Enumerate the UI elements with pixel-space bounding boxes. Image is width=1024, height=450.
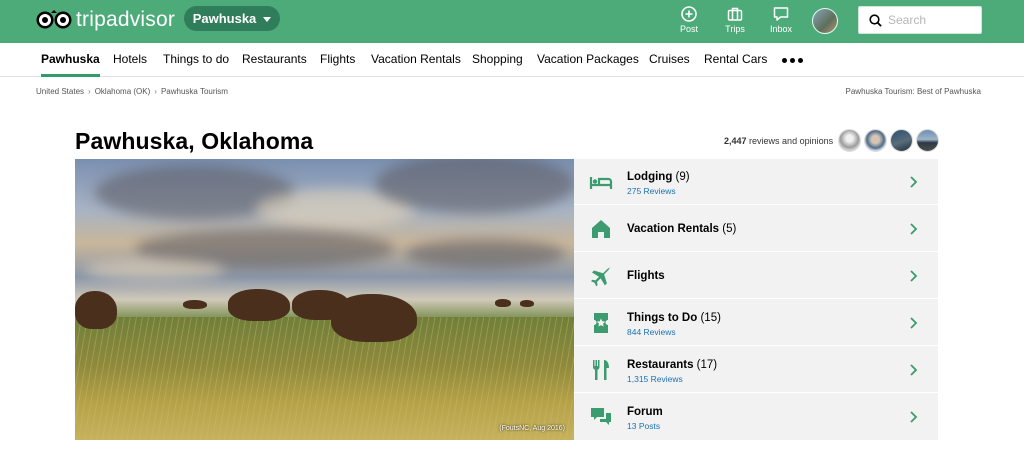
location-label: Pawhuska [192, 11, 257, 26]
category-lodging[interactable]: Lodging (9) 275 Reviews [574, 159, 938, 205]
chevron-right-icon: › [154, 87, 157, 96]
reviews-summary[interactable]: 2,447 reviews and opinions [724, 136, 833, 146]
photo-credit: (FoutsNC, Aug 2016) [499, 425, 565, 432]
top-header: tripadvisor Pawhuska Post Trips Inbox [0, 0, 1024, 43]
house-icon [592, 220, 610, 238]
category-reviews[interactable]: 844 Reviews [627, 327, 676, 337]
location-dropdown[interactable]: Pawhuska [184, 6, 280, 31]
nav-item-flights[interactable]: Flights [320, 43, 355, 77]
bed-icon [589, 177, 613, 189]
inbox-label: Inbox [769, 24, 793, 34]
photo-cloud [85, 259, 225, 281]
photo-bison [495, 299, 511, 307]
category-name: Vacation Rentals (5) [627, 223, 737, 235]
photo-bison [228, 289, 290, 321]
avatar[interactable] [864, 129, 887, 152]
search-input[interactable] [888, 13, 978, 27]
category-vacation-rentals[interactable]: Vacation Rentals (5) [574, 206, 938, 252]
category-name: Forum [627, 406, 663, 418]
chat-icon [773, 7, 789, 21]
chevron-right-icon [910, 176, 918, 188]
avatar[interactable] [916, 129, 939, 152]
nav-item-pawhuska[interactable]: Pawhuska [41, 43, 100, 77]
chevron-right-icon [910, 364, 918, 376]
nav-item-rental-cars[interactable]: Rental Cars [704, 43, 767, 77]
photo-cloud [405, 239, 565, 269]
page-title: Pawhuska, Oklahoma [75, 128, 314, 154]
more-menu-icon[interactable] [782, 58, 803, 63]
nav-item-shopping[interactable]: Shopping [472, 43, 523, 77]
trips-label: Trips [725, 24, 745, 34]
reviewer-avatars [838, 129, 939, 152]
chevron-right-icon [910, 270, 918, 282]
breadcrumb-item[interactable]: Pawhuska Tourism [161, 87, 228, 96]
breadcrumb-item[interactable]: United States [36, 87, 84, 96]
chat-bubbles-icon [591, 408, 611, 425]
chevron-right-icon [910, 411, 918, 423]
category-reviews[interactable]: 1,315 Reviews [627, 374, 683, 384]
user-avatar[interactable] [812, 8, 838, 34]
chevron-right-icon [910, 223, 918, 235]
category-posts[interactable]: 13 Posts [627, 421, 660, 431]
fork-knife-icon [593, 360, 609, 380]
breadcrumb: United States › Oklahoma (OK) › Pawhuska… [36, 87, 228, 96]
nav-item-hotels[interactable]: Hotels [113, 43, 147, 77]
category-restaurants[interactable]: Restaurants (17) 1,315 Reviews [574, 347, 938, 393]
category-forum[interactable]: Forum 13 Posts [574, 394, 938, 440]
photo-bison [75, 291, 117, 329]
breadcrumb-right-link[interactable]: Pawhuska Tourism: Best of Pawhuska [846, 87, 981, 96]
avatar[interactable] [838, 129, 861, 152]
nav-item-things-to-do[interactable]: Things to do [163, 43, 229, 77]
category-list: Lodging (9) 275 Reviews Vacation Rentals… [574, 159, 938, 440]
main-nav: Pawhuska Hotels Things to do Restaurants… [0, 43, 1024, 77]
photo-bison [183, 300, 207, 309]
airplane-icon [591, 267, 611, 287]
hero-photo[interactable]: (FoutsNC, Aug 2016) [75, 159, 574, 440]
category-reviews[interactable]: 275 Reviews [627, 186, 676, 196]
chevron-right-icon [910, 317, 918, 329]
owl-eyes-icon [36, 10, 72, 30]
tripadvisor-logo[interactable]: tripadvisor [36, 8, 175, 32]
breadcrumb-item[interactable]: Oklahoma (OK) [95, 87, 151, 96]
trips-button[interactable]: Trips [715, 6, 755, 36]
photo-bison [331, 294, 417, 342]
chevron-down-icon [263, 16, 272, 22]
search-box[interactable] [858, 6, 982, 34]
category-name: Restaurants (17) [627, 359, 718, 371]
plus-circle-icon [681, 6, 697, 22]
ticket-icon [594, 313, 608, 333]
search-icon [869, 13, 882, 27]
reviews-count: 2,447 [724, 136, 747, 146]
nav-item-cruises[interactable]: Cruises [649, 43, 690, 77]
logo-text: tripadvisor [76, 8, 176, 31]
reviews-suffix: reviews and opinions [749, 136, 834, 146]
nav-item-vacation-rentals[interactable]: Vacation Rentals [371, 43, 461, 77]
chevron-right-icon: › [88, 87, 91, 96]
post-button[interactable]: Post [669, 6, 709, 36]
nav-item-vacation-packages[interactable]: Vacation Packages [537, 43, 639, 77]
category-name: Lodging (9) [627, 171, 690, 183]
photo-grassland [75, 317, 574, 440]
suitcase-icon [727, 7, 743, 21]
inbox-button[interactable]: Inbox [761, 6, 801, 36]
category-flights[interactable]: Flights [574, 253, 938, 299]
category-name: Things to Do (15) [627, 312, 721, 324]
category-name: Flights [627, 270, 665, 282]
nav-item-restaurants[interactable]: Restaurants [242, 43, 307, 77]
category-things-to-do[interactable]: Things to Do (15) 844 Reviews [574, 300, 938, 346]
avatar[interactable] [890, 129, 913, 152]
post-label: Post [679, 24, 698, 34]
photo-bison [520, 300, 534, 307]
